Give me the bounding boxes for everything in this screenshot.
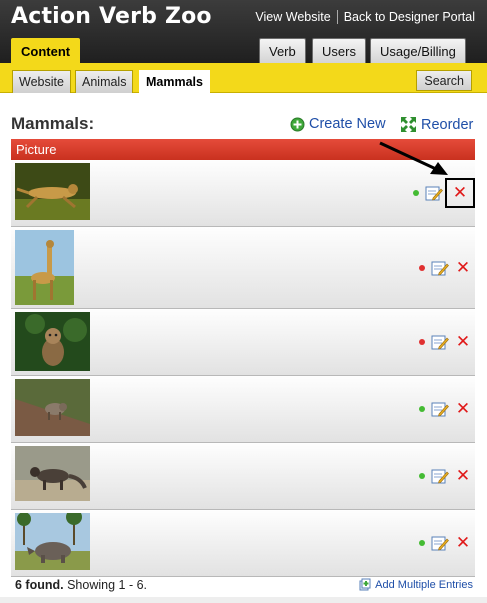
edit-icon[interactable] <box>431 333 449 351</box>
status-dot <box>413 190 419 196</box>
top-link-divider <box>336 10 338 24</box>
cheetah-photo <box>15 163 90 225</box>
app-title: Action Verb Zoo <box>11 4 212 29</box>
tab-users[interactable]: Users <box>312 38 366 63</box>
footer-bar <box>0 597 487 603</box>
delete-icon[interactable]: ✕ <box>453 258 473 278</box>
reorder-link[interactable]: Reorder <box>400 116 473 133</box>
reorder-label: Reorder <box>421 116 474 133</box>
create-new-label: Create New <box>309 116 386 132</box>
delete-icon[interactable]: ✕ <box>453 399 473 419</box>
status-dot <box>419 540 425 546</box>
status-dot <box>419 406 425 412</box>
row-actions: ✕ <box>419 443 473 509</box>
table-row: ✕ <box>11 376 475 443</box>
delete-icon[interactable]: ✕ <box>445 178 475 208</box>
row-actions: ✕ <box>419 309 473 375</box>
status-dot <box>419 339 425 345</box>
section-title: Mammals: <box>11 114 95 133</box>
found-count: 6 found. <box>15 578 64 592</box>
subtab-animals[interactable]: Animals <box>75 70 134 93</box>
edit-icon[interactable] <box>431 400 449 418</box>
back-to-designer-portal-link[interactable]: Back to Designer Portal <box>344 10 475 24</box>
add-multiple-entries-link[interactable]: Add Multiple Entries <box>359 578 473 591</box>
table-row: ✕ <box>11 227 475 309</box>
mammals-list: ✕ ✕ ✕ ✕ ✕ ✕ <box>11 160 475 577</box>
view-website-link[interactable]: View Website <box>255 10 330 24</box>
annotation-arrow-icon <box>379 141 448 175</box>
tab-content[interactable]: Content <box>11 38 81 63</box>
results-summary: 6 found. Showing 1 - 6. <box>15 578 147 592</box>
showing-range: Showing 1 - 6. <box>67 578 148 592</box>
plus-circle-icon <box>290 117 305 132</box>
table-row: ✕ <box>11 510 475 577</box>
edit-icon[interactable] <box>431 534 449 552</box>
row-actions: ✕ <box>419 510 473 576</box>
tab-usage-billing[interactable]: Usage/Billing <box>370 38 466 63</box>
delete-icon[interactable]: ✕ <box>453 466 473 486</box>
add-multiple-icon <box>359 578 372 591</box>
delete-icon[interactable]: ✕ <box>453 533 473 553</box>
delete-icon[interactable]: ✕ <box>453 332 473 352</box>
subtab-website[interactable]: Website <box>12 70 71 93</box>
top-links: View Website Back to Designer Portal <box>255 10 475 24</box>
status-dot <box>419 473 425 479</box>
edit-icon[interactable] <box>431 259 449 277</box>
rhinoceros-photo <box>15 513 90 575</box>
create-new-link[interactable]: Create New <box>290 116 386 132</box>
add-multiple-label: Add Multiple Entries <box>375 578 473 591</box>
monkey-photo <box>15 312 90 376</box>
table-row: ✕ <box>11 309 475 376</box>
edit-icon[interactable] <box>431 467 449 485</box>
hyena-photo <box>15 379 90 441</box>
giraffe-photo <box>15 230 74 310</box>
subtab-mammals[interactable]: Mammals <box>139 70 210 93</box>
table-row: ✕ <box>11 443 475 510</box>
sub-navigation: Website Animals Mammals Search <box>0 63 487 93</box>
edit-icon[interactable] <box>425 184 443 202</box>
status-dot <box>419 264 425 271</box>
tab-verb[interactable]: Verb <box>259 38 306 63</box>
reorder-arrows-icon <box>400 116 417 133</box>
row-actions: ✕ <box>419 227 473 308</box>
row-actions: ✕ <box>419 376 473 442</box>
app-header: Action Verb Zoo View Website Back to Des… <box>0 0 487 63</box>
mongoose-photo <box>15 446 90 506</box>
search-button[interactable]: Search <box>416 70 472 91</box>
